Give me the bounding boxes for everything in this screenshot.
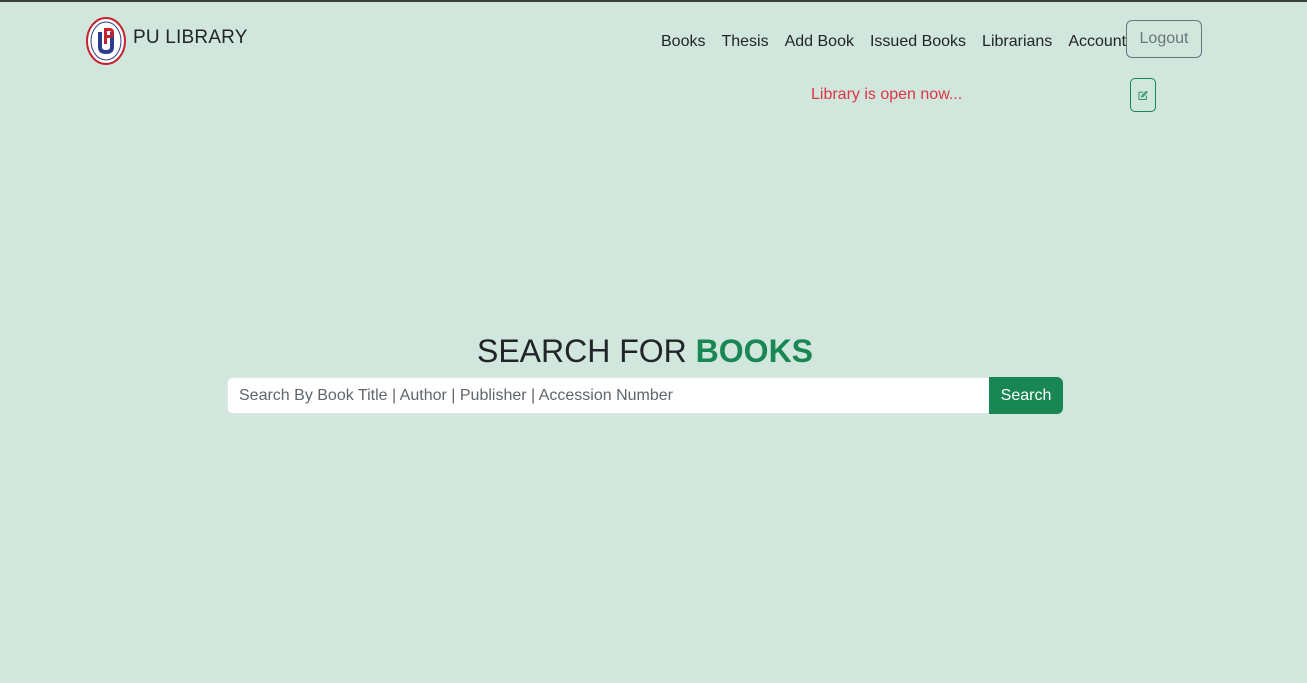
nav-link-account[interactable]: Account	[1068, 33, 1126, 51]
search-bar: Search	[227, 377, 1063, 414]
library-status-text: Library is open now...	[811, 86, 963, 103]
brand[interactable]: PU LIBRARY	[85, 16, 248, 66]
nav-link-add-book[interactable]: Add Book	[785, 33, 854, 51]
title-accent: BOOKS	[695, 333, 814, 369]
search-input[interactable]	[227, 377, 989, 414]
search-button[interactable]: Search	[989, 377, 1063, 414]
title-prefix: SEARCH FOR	[476, 333, 687, 369]
nav-link-books[interactable]: Books	[661, 33, 705, 51]
edit-status-button[interactable]	[1130, 78, 1156, 112]
edit-icon	[1138, 90, 1148, 100]
brand-name: PU LIBRARY	[133, 27, 248, 48]
nav-link-librarians[interactable]: Librarians	[982, 33, 1052, 51]
page-title: SEARCH FOR BOOKS	[0, 332, 1290, 370]
nav-link-issued-books[interactable]: Issued Books	[870, 33, 966, 51]
logout-button[interactable]: Logout	[1126, 20, 1202, 58]
university-logo-icon	[86, 17, 126, 65]
nav-link-thesis[interactable]: Thesis	[721, 33, 768, 51]
main-nav: Books Thesis Add Book Issued Books Libra…	[661, 33, 1142, 51]
